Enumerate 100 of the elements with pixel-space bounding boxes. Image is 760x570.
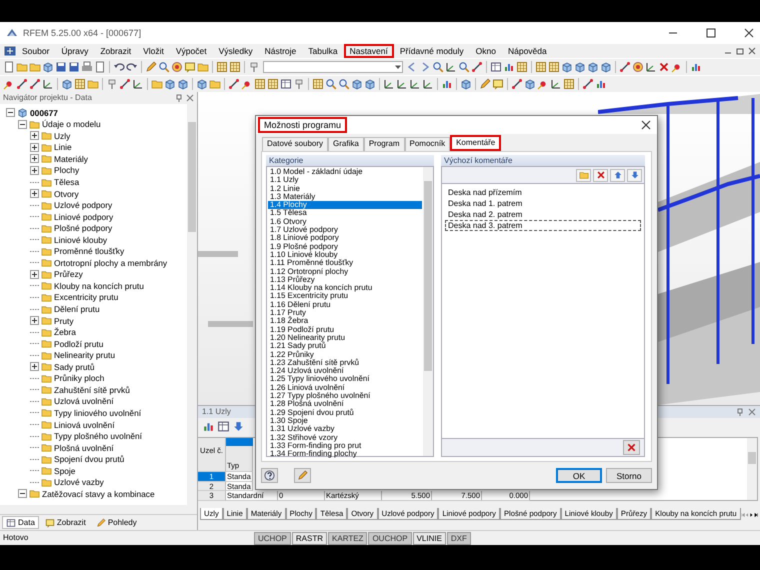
magnifier-icon[interactable]	[158, 61, 170, 73]
tree-item[interactable]: 000677	[30, 108, 58, 118]
tree-item[interactable]: Klouby na koncích prutu	[54, 280, 144, 292]
panel-tab[interactable]: Pohledy	[92, 516, 141, 529]
tree-item[interactable]: Nelinearity prutu	[54, 350, 115, 360]
list-item[interactable]: Deska nad 3. patrem	[445, 220, 641, 231]
tree-item[interactable]: Plošné podpory	[54, 223, 112, 234]
pin-icon[interactable]	[736, 408, 744, 416]
delete-button[interactable]	[623, 440, 640, 455]
dialog-tab[interactable]: Komentáře	[450, 135, 502, 151]
pin-icon[interactable]	[106, 78, 118, 90]
tree-item[interactable]: Plochy	[54, 165, 80, 176]
expand-icon[interactable]	[30, 166, 39, 175]
grid-icon[interactable]	[516, 61, 528, 73]
grid-icon[interactable]	[229, 61, 241, 73]
axis-icon[interactable]	[383, 78, 395, 90]
axis-icon[interactable]	[396, 78, 408, 90]
dialog-button[interactable]: OK	[556, 468, 602, 483]
tree-item[interactable]: Zatěžovací stavy a kombinace	[42, 488, 155, 499]
tree-item[interactable]: Průřezy	[54, 269, 83, 280]
axis-icon[interactable]	[409, 78, 421, 90]
cube-icon[interactable]	[460, 78, 472, 90]
scrollbar[interactable]	[423, 167, 433, 456]
tree-item[interactable]: Uzly	[54, 130, 70, 141]
down-arrow-icon[interactable]	[232, 420, 245, 433]
printer-icon[interactable]	[81, 61, 93, 73]
tree-item[interactable]: Plošná uvolnění	[54, 442, 114, 453]
tree-item[interactable]: Uzlová uvolnění	[54, 396, 114, 406]
status-toggle[interactable]: DXF	[446, 532, 471, 544]
grid-icon[interactable]	[548, 61, 560, 73]
beam-icon[interactable]	[119, 78, 131, 90]
grid-icon[interactable]	[254, 78, 266, 90]
menu-item[interactable]: Tabulka	[302, 44, 344, 58]
status-toggle[interactable]: OUCHOP	[368, 532, 412, 544]
status-toggle[interactable]: UCHOP	[254, 532, 291, 544]
expand-icon[interactable]	[30, 316, 39, 326]
bar-chart-icon[interactable]	[690, 61, 702, 73]
tree-item[interactable]: Uzlové podpory	[54, 200, 112, 210]
beam-icon[interactable]	[582, 78, 594, 90]
tree-item[interactable]: Liniové klouby	[54, 234, 108, 245]
grid-icon[interactable]	[74, 78, 86, 90]
axis-icon[interactable]	[550, 78, 562, 90]
folder-icon[interactable]	[578, 170, 588, 180]
list-item[interactable]: Deska nad 1. patrem	[445, 198, 641, 209]
cube-icon[interactable]	[561, 61, 573, 73]
tree-item[interactable]: Podloží prutu	[54, 338, 104, 349]
page-icon[interactable]	[3, 61, 15, 73]
axis-icon[interactable]	[132, 78, 144, 90]
up-arrow-icon[interactable]	[612, 170, 622, 180]
restore-icon[interactable]	[736, 47, 744, 55]
note-icon[interactable]	[184, 61, 196, 73]
pin-icon[interactable]	[248, 61, 260, 73]
beam-icon[interactable]	[511, 78, 523, 90]
table-icon[interactable]	[217, 420, 230, 433]
cube-icon[interactable]	[61, 78, 73, 90]
redo-icon[interactable]	[126, 61, 138, 73]
undo-icon[interactable]	[113, 61, 125, 73]
tree-item[interactable]: Typy liniového uvolnění	[54, 408, 142, 418]
note-icon[interactable]	[492, 78, 504, 90]
grid-icon[interactable]	[312, 78, 324, 90]
menu-item[interactable]: Výsledky	[212, 44, 259, 58]
collapse-icon[interactable]	[18, 120, 27, 129]
tree-item[interactable]: Sady prutů	[54, 362, 95, 372]
beam-icon[interactable]	[228, 78, 240, 90]
tree-item[interactable]: Žebra	[54, 327, 76, 338]
tree-item[interactable]: Údaje o modelu	[42, 119, 101, 130]
cube-icon[interactable]	[587, 61, 599, 73]
bar-chart-icon[interactable]	[595, 78, 607, 90]
tree-item[interactable]: Uzlové vazby	[54, 477, 104, 488]
edit-button[interactable]	[294, 468, 311, 483]
target-icon[interactable]	[171, 61, 183, 73]
panel-tab[interactable]: Data	[2, 516, 39, 529]
beam-icon[interactable]	[29, 78, 41, 90]
menu-item[interactable]: Nastavení	[344, 44, 394, 58]
cube-icon[interactable]	[196, 78, 208, 90]
tree-item[interactable]: Pruty	[54, 316, 74, 326]
menu-item[interactable]: Soubor	[16, 44, 56, 58]
scrollbar[interactable]	[0, 505, 197, 514]
magnifier-icon[interactable]	[325, 78, 337, 90]
grid-icon[interactable]	[535, 61, 547, 73]
menu-item[interactable]: Okno	[470, 44, 502, 58]
tree-item[interactable]: Otvory	[54, 188, 79, 199]
scrollbar[interactable]	[747, 438, 757, 500]
down-arrow-icon[interactable]	[630, 170, 640, 180]
grid-icon[interactable]	[267, 78, 279, 90]
bar-chart-icon[interactable]	[503, 61, 515, 73]
axis-icon[interactable]	[422, 78, 434, 90]
menu-item[interactable]: Výpočet	[170, 44, 213, 58]
axis-icon[interactable]	[445, 61, 457, 73]
dialog-tab[interactable]: Program	[364, 137, 405, 151]
dialog-button[interactable]: Storno	[606, 468, 652, 483]
pencil-icon[interactable]	[145, 61, 157, 73]
expand-icon[interactable]	[30, 189, 39, 198]
expand-icon[interactable]	[30, 142, 39, 152]
grid-icon[interactable]	[216, 61, 228, 73]
collapse-icon[interactable]	[6, 108, 15, 118]
tree-item[interactable]: Zahuštění sítě prvků	[54, 384, 130, 395]
expand-icon[interactable]	[30, 362, 39, 372]
tree-item[interactable]: Materiály	[54, 154, 88, 164]
dialog-tab[interactable]: Datové soubory	[262, 137, 328, 151]
